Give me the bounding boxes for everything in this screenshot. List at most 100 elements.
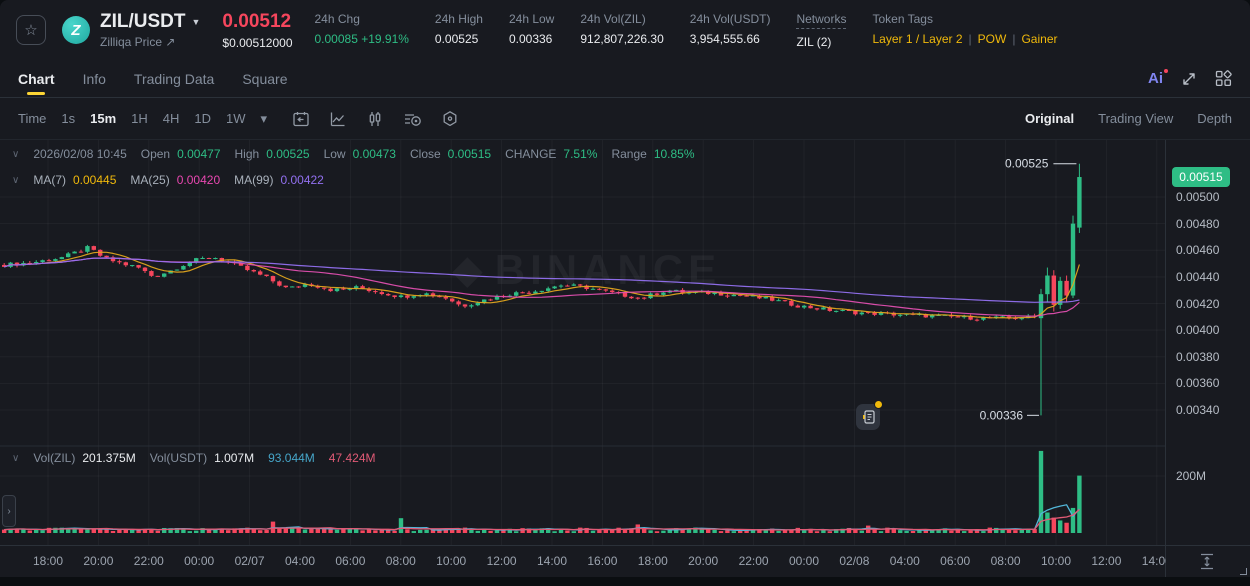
star-icon: ☆ [24,21,37,39]
collapse-volume-icon[interactable]: ∨ [12,453,19,464]
y-axis-label: 0.00400 [1176,323,1219,337]
chart-toolbar: Time 1s 15m 1H 4H 1D 1W ▾ Original [0,98,1250,140]
x-axis-label: 22:00 [739,554,769,568]
news-icon [862,410,875,424]
token-tags-block: Token Tags Layer 1 / Layer 2 | POW | Gai… [872,12,1057,49]
stat-24h-high: 24h High 0.00525 [435,12,483,49]
indicators-icon[interactable] [403,110,422,128]
ai-assistant-icon[interactable]: Ai [1148,70,1163,87]
notification-dot [874,400,883,409]
stat-24h-low: 24h Low 0.00336 [509,12,554,49]
y-axis-label: 0.00380 [1176,350,1219,364]
y-axis-label: 0.00440 [1176,270,1219,284]
favorite-button[interactable]: ☆ [16,15,46,45]
pair-title: ZIL/USDT [100,11,186,33]
fullscreen-icon[interactable] [1181,71,1197,87]
x-axis-label: 10:00 [1041,554,1071,568]
tab-info[interactable]: Info [83,60,106,97]
vol-base-value: 201.375M [82,451,135,465]
stat-24h-vol-base: 24h Vol(ZIL) 912,807,226.30 [580,12,663,49]
interval-15m[interactable]: 15m [90,111,116,126]
interval-1d[interactable]: 1D [194,111,211,126]
vol-quote-value: 1.007M [214,451,254,465]
x-axis-label: 12:00 [487,554,517,568]
legend-low: 0.00473 [353,147,396,161]
x-axis-label: 20:00 [83,554,113,568]
networks-label[interactable]: Networks [796,12,846,29]
go-to-date-icon[interactable] [292,110,310,128]
tag-pow[interactable]: POW [978,32,1007,46]
x-axis-label: 08:00 [386,554,416,568]
price-axis[interactable]: 0.005000.004800.004600.004400.004200.004… [1165,140,1250,577]
tag-gainer[interactable]: Gainer [1021,32,1057,46]
x-axis-label: 18:00 [33,554,63,568]
legend-close: 0.00515 [448,147,491,161]
axis-tools [1166,545,1250,577]
tag-layer1-layer2[interactable]: Layer 1 / Layer 2 [872,32,962,46]
interval-more-caret-icon[interactable]: ▾ [261,111,268,127]
x-axis-label: 20:00 [688,554,718,568]
layout-grid-icon[interactable] [1215,70,1232,87]
svg-text:0.00525: 0.00525 [1005,157,1049,171]
vol-ma-fast-value: 93.044M [268,451,315,465]
ohlc-legend: ∨ 2026/02/08 10:45 Open0.00477 High0.005… [12,147,695,161]
view-tab-tradingview[interactable]: Trading View [1098,111,1173,126]
y-axis-label: 0.00480 [1176,217,1219,231]
interval-4h[interactable]: 4H [163,111,180,126]
chart-style-icon[interactable] [329,110,347,128]
x-axis-label: 04:00 [285,554,315,568]
trading-page: ☆ Z ZIL/USDT ▼ Zilliqa Price ↗ 0.00512 $… [0,0,1250,586]
symbol-header: ☆ Z ZIL/USDT ▼ Zilliqa Price ↗ 0.00512 $… [0,0,1250,60]
coin-price-link[interactable]: Zilliqa Price ↗ [100,35,200,49]
svg-text:0.00336: 0.00336 [980,408,1024,422]
external-link-icon: ↗ [165,35,175,49]
tab-square[interactable]: Square [242,60,287,97]
y-axis-label: 0.00340 [1176,403,1219,417]
legend-high: 0.00525 [266,147,309,161]
last-price: 0.00512 [222,11,292,33]
interval-1w[interactable]: 1W [226,111,246,126]
time-label: Time [18,111,46,126]
tab-chart[interactable]: Chart [18,60,55,97]
x-axis-label: 10:00 [436,554,466,568]
tab-trading-data[interactable]: Trading Data [134,60,214,97]
auto-fit-axis-icon[interactable] [1199,552,1215,576]
y-axis-label: 0.00460 [1176,243,1219,257]
last-price-usd: $0.00512000 [222,36,292,50]
panel-expander-button[interactable]: › [2,495,16,527]
x-axis-label: 04:00 [890,554,920,568]
interval-1s[interactable]: 1s [61,111,75,126]
legend-change: 7.51% [563,147,597,161]
view-tab-depth[interactable]: Depth [1197,111,1232,126]
ticker-stats: 24h Chg 0.00085 +19.91% 24h High 0.00525… [315,12,1058,49]
legend-range: 10.85% [654,147,695,161]
candlestick-icon[interactable] [366,110,384,128]
resize-corner-icon[interactable] [1240,568,1247,575]
x-axis-label: 12:00 [1091,554,1121,568]
news-event-marker[interactable] [856,404,880,430]
x-axis-label: 06:00 [940,554,970,568]
x-axis-label: 18:00 [638,554,668,568]
networks-block: Networks ZIL (2) [796,12,846,49]
legend-date: 2026/02/08 10:45 [33,147,126,161]
networks-value: ZIL (2) [796,35,846,49]
ma-legend: ∨ MA(7)0.00445 MA(25)0.00420 MA(99)0.004… [12,173,324,187]
ma25-value: 0.00420 [177,173,220,187]
chart-settings-icon[interactable] [441,110,459,128]
x-axis-label: 02/07 [235,554,265,568]
ma7-value: 0.00445 [73,173,116,187]
price-volume-plot[interactable]: 0.00525 0.00336 [0,140,1165,577]
y-axis-label: 0.00500 [1176,190,1219,204]
coin-logo-icon: Z [62,16,90,44]
collapse-ma-icon[interactable]: ∨ [12,175,19,186]
volume-axis-label: 200M [1176,469,1206,483]
time-axis[interactable]: 18:0020:0022:0000:0002/0704:0006:0008:00… [0,545,1166,577]
last-price-badge: 0.00515 [1172,167,1230,187]
pair-selector[interactable]: ZIL/USDT ▼ [100,11,200,33]
interval-1h[interactable]: 1H [131,111,148,126]
section-tabbar: Chart Info Trading Data Square Ai [0,60,1250,98]
x-axis-label: 08:00 [991,554,1021,568]
ma99-value: 0.00422 [280,173,323,187]
collapse-legend-icon[interactable]: ∨ [12,149,19,160]
view-tab-original[interactable]: Original [1025,111,1074,126]
